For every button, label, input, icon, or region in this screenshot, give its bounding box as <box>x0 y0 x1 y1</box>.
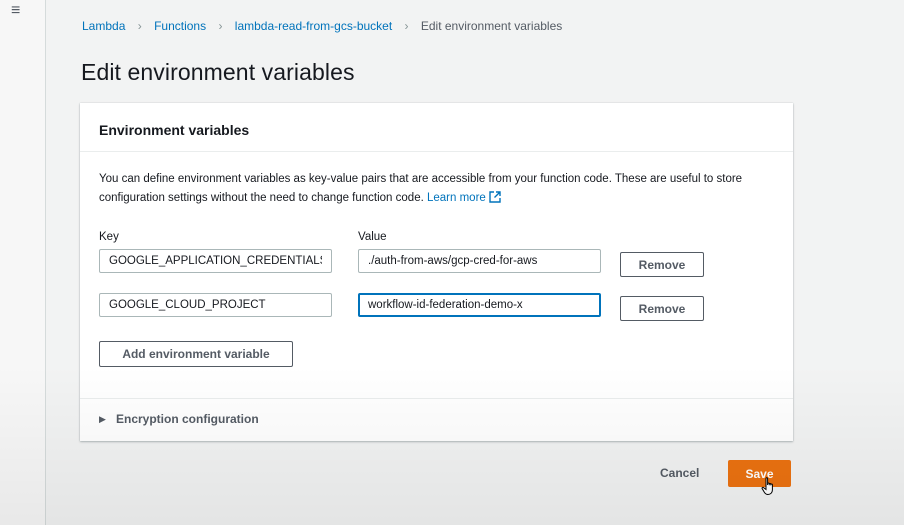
panel-header: Environment variables <box>80 103 793 152</box>
environment-variables-panel: Environment variables You can define env… <box>80 103 793 441</box>
breadcrumb-functions[interactable]: Functions <box>154 19 206 33</box>
breadcrumb-function-name[interactable]: lambda-read-from-gcs-bucket <box>235 19 392 33</box>
env-key-input-2[interactable] <box>99 293 332 317</box>
menu-icon[interactable]: ≡ <box>11 3 25 19</box>
breadcrumb-current: Edit environment variables <box>420 19 563 33</box>
learn-more-link[interactable]: Learn more <box>426 191 501 204</box>
chevron-right-icon: › <box>218 19 223 33</box>
encryption-configuration-toggle[interactable]: ▶ Encryption configuration <box>80 398 793 442</box>
hand-pointer-icon <box>761 477 773 495</box>
side-navigation-rail: ≡ <box>0 0 46 525</box>
add-environment-variable-button[interactable]: Add environment variable <box>99 341 293 367</box>
env-value-input-1[interactable] <box>358 249 601 273</box>
external-link-icon <box>489 191 501 203</box>
caret-right-icon: ▶ <box>99 414 106 424</box>
value-column-label: Value <box>358 231 387 243</box>
description-text: You can define environment variables as … <box>99 173 743 204</box>
encryption-configuration-label: Encryption configuration <box>116 412 259 426</box>
chevron-right-icon: › <box>137 19 142 33</box>
page-title: Edit environment variables <box>81 59 355 85</box>
env-key-input-1[interactable] <box>99 249 332 273</box>
key-column-label: Key <box>99 231 119 243</box>
env-value-input-2[interactable] <box>358 293 601 317</box>
chevron-right-icon: › <box>404 19 409 33</box>
breadcrumb: Lambda › Functions › lambda-read-from-gc… <box>82 19 562 33</box>
breadcrumb-lambda[interactable]: Lambda <box>82 19 125 33</box>
panel-description: You can define environment variables as … <box>99 170 789 208</box>
panel-title: Environment variables <box>99 122 250 138</box>
remove-button-1[interactable]: Remove <box>620 252 704 277</box>
cancel-button[interactable]: Cancel <box>660 466 699 480</box>
learn-more-label: Learn more <box>426 192 486 204</box>
remove-button-2[interactable]: Remove <box>620 296 704 321</box>
